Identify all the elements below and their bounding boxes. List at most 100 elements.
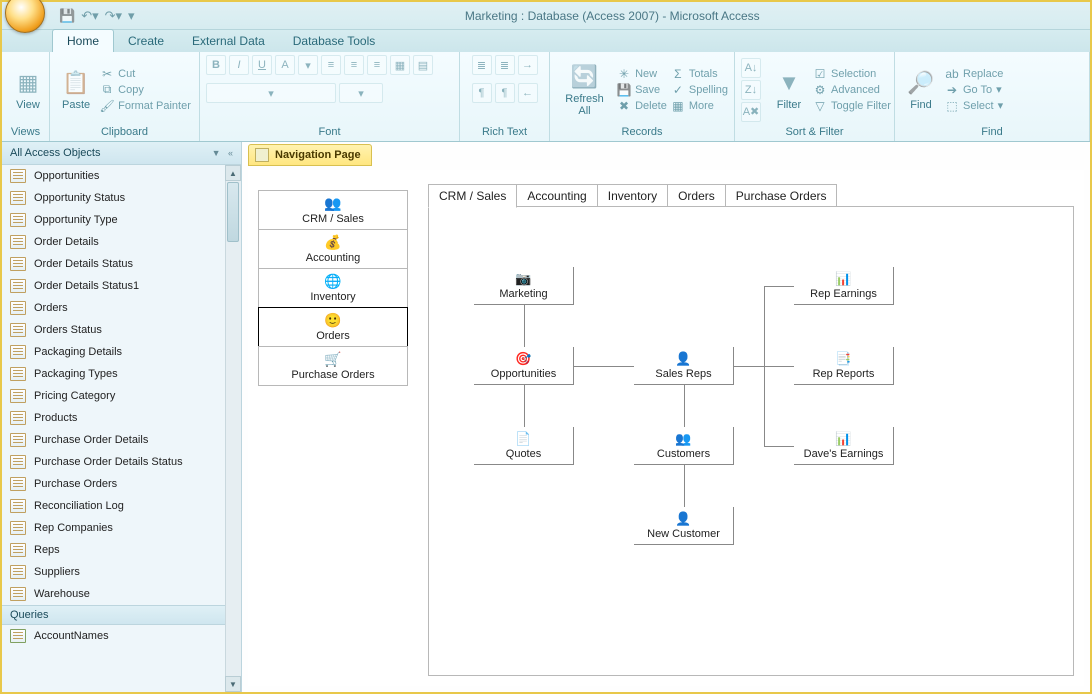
nav-item[interactable]: Opportunities xyxy=(2,165,241,187)
nav-item[interactable]: Rep Companies xyxy=(2,517,241,539)
view-button[interactable]: ▦ View xyxy=(8,67,48,113)
nav-item[interactable]: Reps xyxy=(2,539,241,561)
outdent-button[interactable]: ← xyxy=(518,83,538,103)
font-size-dropdown[interactable]: ▾ xyxy=(339,83,383,103)
tab-external-data[interactable]: External Data xyxy=(178,30,279,52)
nav-item[interactable]: Orders Status xyxy=(2,319,241,341)
cat-accounting[interactable]: 💰Accounting xyxy=(258,229,408,269)
replace-button[interactable]: abReplace xyxy=(945,67,1003,81)
node-customers[interactable]: 👥Customers xyxy=(634,427,734,465)
nav-item[interactable]: Pricing Category xyxy=(2,385,241,407)
more-button[interactable]: ▦More xyxy=(671,99,728,113)
node-sales-reps[interactable]: 👤Sales Reps xyxy=(634,347,734,385)
selection-button[interactable]: ☑Selection xyxy=(813,67,891,81)
advanced-button[interactable]: ⚙Advanced xyxy=(813,83,891,97)
align-center-button[interactable]: ≡ xyxy=(344,55,364,75)
nav-pane-header[interactable]: All Access Objects ▼ « xyxy=(2,142,241,165)
font-name-dropdown[interactable]: ▾ xyxy=(206,83,336,103)
node-new-customer[interactable]: 👤New Customer xyxy=(634,507,734,545)
scroll-up-icon[interactable]: ▲ xyxy=(225,165,241,181)
scrollbar-thumb[interactable] xyxy=(227,182,239,242)
nav-item[interactable]: Purchase Order Details Status xyxy=(2,451,241,473)
highlight-button[interactable]: ▾ xyxy=(298,55,318,75)
mini-tab-orders[interactable]: Orders xyxy=(667,184,726,208)
nav-item[interactable]: AccountNames xyxy=(2,625,241,647)
select-button[interactable]: ⬚Select ▾ xyxy=(945,99,1003,113)
document-tab[interactable]: Navigation Page xyxy=(248,144,372,166)
filter-button[interactable]: ▼ Filter xyxy=(769,67,809,113)
align-left-button[interactable]: ≡ xyxy=(321,55,341,75)
cut-button[interactable]: ✂Cut xyxy=(100,67,191,81)
mini-tab-crm[interactable]: CRM / Sales xyxy=(428,184,517,208)
format-painter-button[interactable]: 🖌Format Painter xyxy=(100,99,191,113)
font-color-button[interactable]: A xyxy=(275,55,295,75)
scrollbar-track[interactable]: ▲ ▼ xyxy=(225,165,241,692)
table-icon xyxy=(10,235,26,249)
nav-item[interactable]: Suppliers xyxy=(2,561,241,583)
numbering-button[interactable]: ≣ xyxy=(495,55,515,75)
office-button[interactable] xyxy=(5,0,45,33)
save-rec-button[interactable]: 💾Save xyxy=(617,83,667,97)
node-marketing[interactable]: 📷Marketing xyxy=(474,267,574,305)
tab-create[interactable]: Create xyxy=(114,30,178,52)
ltr-button[interactable]: ¶ xyxy=(472,83,492,103)
nav-item[interactable]: Packaging Types xyxy=(2,363,241,385)
sort-asc-button[interactable]: A↓ xyxy=(741,58,761,78)
scroll-down-icon[interactable]: ▼ xyxy=(225,676,241,692)
nav-item[interactable]: Purchase Orders xyxy=(2,473,241,495)
clear-sort-button[interactable]: A✖ xyxy=(741,102,761,122)
gridlines-button[interactable]: ▦ xyxy=(390,55,410,75)
cat-orders[interactable]: 🙂Orders xyxy=(258,307,408,347)
mini-tab-accounting[interactable]: Accounting xyxy=(516,184,597,208)
mini-tab-purchase-orders[interactable]: Purchase Orders xyxy=(725,184,838,208)
nav-item[interactable]: Order Details Status xyxy=(2,253,241,275)
totals-button[interactable]: ΣTotals xyxy=(671,67,728,81)
nav-item[interactable]: Warehouse xyxy=(2,583,241,605)
tab-home[interactable]: Home xyxy=(52,29,114,52)
node-opportunities[interactable]: 🎯Opportunities xyxy=(474,347,574,385)
new-button[interactable]: ✳New xyxy=(617,67,667,81)
bullets-button[interactable]: ≣ xyxy=(472,55,492,75)
redo-icon[interactable]: ↷▾ xyxy=(105,8,122,24)
nav-item[interactable]: Orders xyxy=(2,297,241,319)
bold-button[interactable]: B xyxy=(206,55,226,75)
italic-button[interactable]: I xyxy=(229,55,249,75)
spelling-button[interactable]: ✓Spelling xyxy=(671,83,728,97)
cat-inventory[interactable]: 🌐Inventory xyxy=(258,268,408,308)
cat-crm-sales[interactable]: 👥CRM / Sales xyxy=(258,190,408,230)
node-rep-reports[interactable]: 📑Rep Reports xyxy=(794,347,894,385)
undo-icon[interactable]: ↶▾ xyxy=(81,8,98,24)
indent-button[interactable]: → xyxy=(518,55,538,75)
alt-row-button[interactable]: ▤ xyxy=(413,55,433,75)
rtl-button[interactable]: ¶ xyxy=(495,83,515,103)
mini-tab-inventory[interactable]: Inventory xyxy=(597,184,668,208)
save-icon[interactable]: 💾 xyxy=(59,8,75,24)
delete-button[interactable]: ✖Delete xyxy=(617,99,667,113)
nav-section-queries[interactable]: Queries▾ xyxy=(2,605,241,625)
goto-button[interactable]: ➔Go To ▾ xyxy=(945,83,1003,97)
nav-item[interactable]: Packaging Details xyxy=(2,341,241,363)
cat-purchase-orders[interactable]: 🛒Purchase Orders xyxy=(258,346,408,386)
nav-item[interactable]: Purchase Order Details xyxy=(2,429,241,451)
copy-button[interactable]: ⧉Copy xyxy=(100,83,191,97)
sort-desc-button[interactable]: Z↓ xyxy=(741,80,761,100)
refresh-all-button[interactable]: 🔄 Refresh All xyxy=(556,61,613,119)
node-daves-earnings[interactable]: 📊Dave's Earnings xyxy=(794,427,894,465)
find-button[interactable]: 🔎 Find xyxy=(901,67,941,113)
nav-item[interactable]: Order Details Status1 xyxy=(2,275,241,297)
underline-button[interactable]: U xyxy=(252,55,272,75)
nav-item[interactable]: Opportunity Status xyxy=(2,187,241,209)
chevron-down-icon[interactable]: ▼ « xyxy=(212,148,233,158)
nav-item[interactable]: Products xyxy=(2,407,241,429)
nav-item[interactable]: Reconciliation Log xyxy=(2,495,241,517)
align-right-button[interactable]: ≡ xyxy=(367,55,387,75)
qat-customize-icon[interactable]: ▾ xyxy=(128,8,135,24)
tab-database-tools[interactable]: Database Tools xyxy=(279,30,390,52)
node-quotes[interactable]: 📄Quotes xyxy=(474,427,574,465)
table-icon xyxy=(10,191,26,205)
node-rep-earnings[interactable]: 📊Rep Earnings xyxy=(794,267,894,305)
paste-button[interactable]: 📋 Paste xyxy=(56,67,96,113)
nav-item[interactable]: Order Details xyxy=(2,231,241,253)
toggle-filter-button[interactable]: ▽Toggle Filter xyxy=(813,99,891,113)
nav-item[interactable]: Opportunity Type xyxy=(2,209,241,231)
